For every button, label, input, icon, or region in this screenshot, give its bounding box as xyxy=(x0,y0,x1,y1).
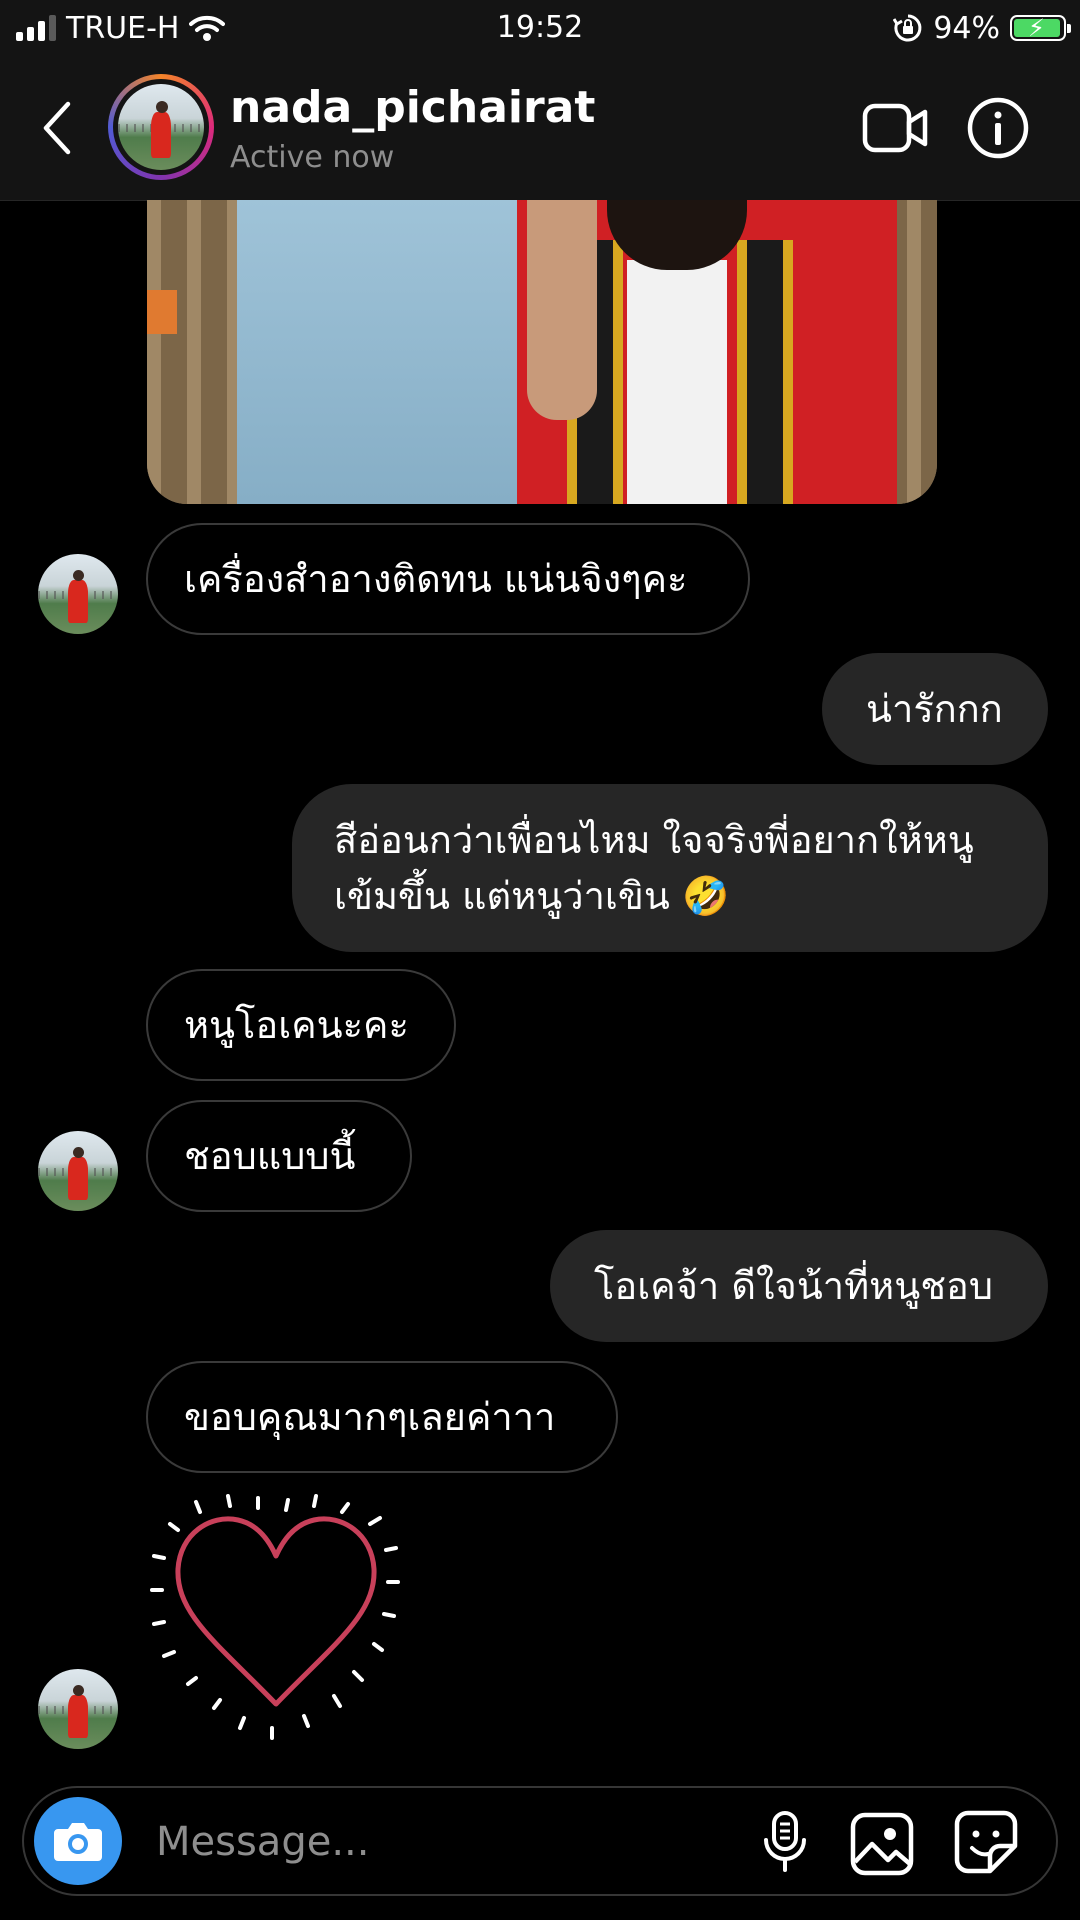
sender-avatar[interactable] xyxy=(38,554,118,634)
status-bar: TRUE-H 19:52 94% ⚡ xyxy=(0,0,1080,56)
sticker-icon[interactable] xyxy=(954,1810,1018,1874)
outgoing-message[interactable]: สีอ่อนกว่าเพื่อนไหม ใจจริงพี่อยากให้หนู … xyxy=(292,784,1048,952)
gallery-icon[interactable] xyxy=(850,1812,914,1876)
avatar[interactable] xyxy=(108,74,214,180)
incoming-message[interactable]: หนูโอเคนะคะ xyxy=(146,969,456,1081)
photo-message[interactable] xyxy=(147,200,937,504)
battery-percent: 94% xyxy=(933,10,1000,46)
camera-button[interactable] xyxy=(34,1797,122,1885)
info-icon[interactable] xyxy=(966,96,1030,160)
message-text: น่ารักกก xyxy=(866,687,1003,731)
message-composer xyxy=(22,1786,1058,1896)
chat-header: nada_pichairat Active now xyxy=(0,56,1080,201)
message-text-line: สีอ่อนกว่าเพื่อนไหม ใจจริงพี่อยากให้หนู xyxy=(334,818,974,862)
message-text: ชอบแบบนี้ xyxy=(184,1134,356,1178)
sender-avatar[interactable] xyxy=(38,1131,118,1211)
status-bar-right: 94% ⚡ xyxy=(893,8,1071,48)
video-call-icon[interactable] xyxy=(862,100,928,158)
outgoing-message[interactable]: น่ารักกก xyxy=(822,653,1048,765)
battery-icon: ⚡ xyxy=(1010,14,1071,42)
message-text-line: เข้มขึ้น แต่หนูว่าเขิน 🤣 xyxy=(334,874,730,918)
message-text: โอเคจ้า ดีใจน้าที่หนูชอบ xyxy=(594,1264,993,1308)
heart-sticker-icon[interactable] xyxy=(148,1494,404,1742)
outgoing-message[interactable]: โอเคจ้า ดีใจน้าที่หนูชอบ xyxy=(550,1230,1048,1342)
camera-icon xyxy=(54,1823,102,1861)
message-text: ขอบคุณมากๆเลยค่าาา xyxy=(184,1395,556,1439)
message-text: หนูโอเคนะคะ xyxy=(184,1003,409,1047)
orientation-lock-icon xyxy=(893,14,922,42)
message-input[interactable] xyxy=(154,1808,718,1876)
active-status: Active now xyxy=(230,140,395,175)
incoming-message[interactable]: ขอบคุณมากๆเลยค่าาา xyxy=(146,1361,618,1473)
incoming-message[interactable]: เครื่องสำอางติดทน แน่นจิงๆคะ xyxy=(146,523,750,635)
incoming-message[interactable]: ชอบแบบนี้ xyxy=(146,1100,412,1212)
sender-avatar[interactable] xyxy=(38,1669,118,1749)
back-icon[interactable] xyxy=(38,100,78,156)
microphone-icon[interactable] xyxy=(760,1810,810,1874)
message-text: เครื่องสำอางติดทน แน่นจิงๆคะ xyxy=(184,557,688,601)
username[interactable]: nada_pichairat xyxy=(230,82,595,133)
avatar-photo xyxy=(118,84,204,170)
